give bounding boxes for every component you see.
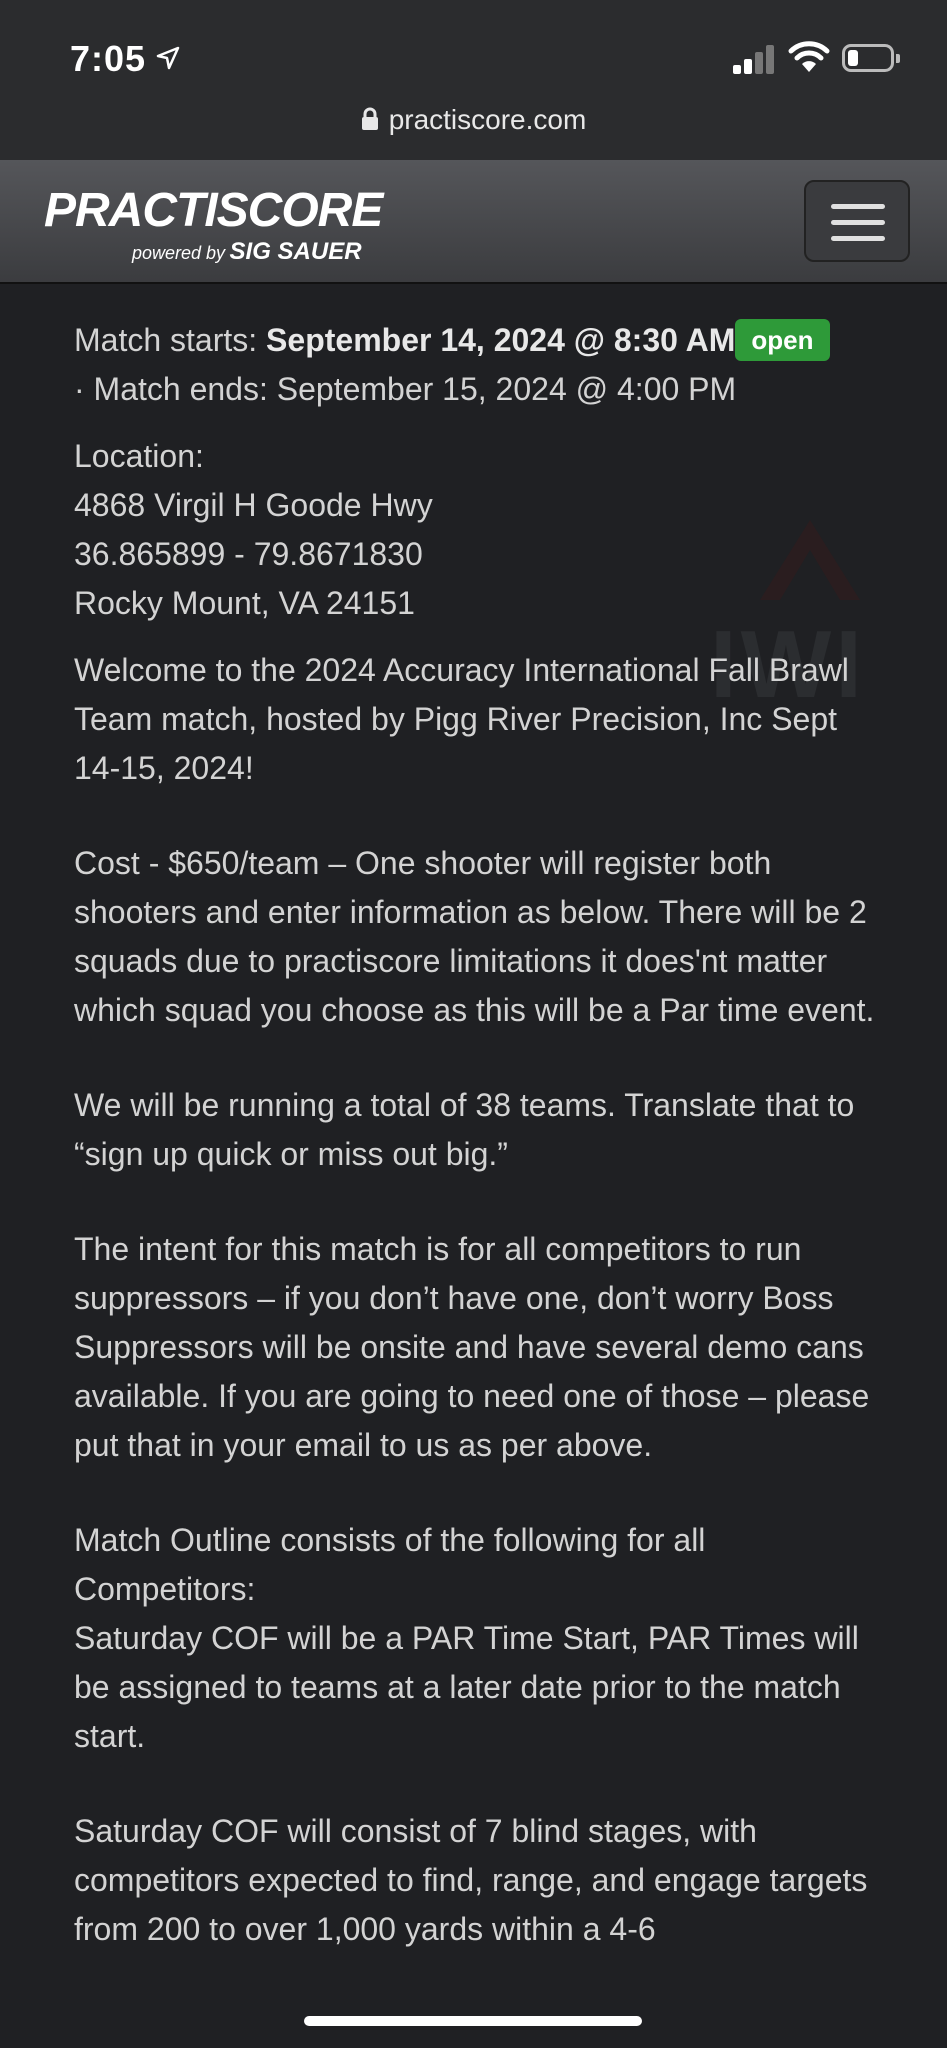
logo-tagline: powered by SIG SAUER — [132, 238, 362, 265]
logo-wordmark: PRACTISCORE — [44, 184, 383, 237]
description-paragraph: The intent for this match is for all com… — [74, 1231, 870, 1463]
location-block: Location: 4868 Virgil H Goode Hwy 36.865… — [74, 432, 884, 628]
match-dates: Match starts: September 14, 2024 @ 8:30 … — [74, 316, 884, 414]
home-indicator[interactable] — [304, 2016, 642, 2026]
location-label: Location: — [74, 438, 204, 474]
location-address[interactable]: 4868 Virgil H Goode Hwy — [74, 487, 433, 523]
match-ends-text: · Match ends: September 15, 2024 @ 4:00 … — [74, 371, 737, 407]
location-arrow-icon — [156, 46, 180, 70]
lock-icon — [361, 107, 378, 130]
match-starts-label: Match starts: — [74, 322, 258, 358]
description-paragraph: Saturday COF will consist of 7 blind sta… — [74, 1813, 868, 1947]
url-text: practiscore.com — [388, 104, 587, 135]
hamburger-menu-button[interactable] — [804, 180, 910, 262]
description-paragraph: Welcome to the 2024 Accuracy Internation… — [74, 652, 849, 786]
location-city: Rocky Mount, VA 24151 — [74, 585, 415, 621]
status-time: 7:05 — [70, 38, 147, 79]
location-coords: 36.865899 - 79.8671830 — [74, 536, 423, 572]
battery-icon — [842, 44, 900, 72]
status-badge: open — [735, 319, 830, 361]
status-bar: 7:05 practiscore.com — [0, 0, 947, 160]
description-paragraph: We will be running a total of 38 teams. … — [74, 1087, 855, 1172]
address-bar[interactable]: practiscore.com — [0, 104, 947, 136]
match-details: Match starts: September 14, 2024 @ 8:30 … — [74, 316, 884, 1954]
description-paragraph: Cost - $650/team – One shooter will regi… — [74, 845, 875, 1028]
practiscore-logo[interactable]: PRACTISCORE powered by SIG SAUER — [44, 184, 383, 266]
description-paragraph: Match Outline consists of the following … — [74, 1522, 706, 1607]
wifi-icon — [788, 41, 830, 72]
description-paragraph: Saturday COF will be a PAR Time Start, P… — [74, 1620, 859, 1754]
cellular-signal-icon — [733, 44, 775, 74]
match-starts-value: September 14, 2024 @ 8:30 AM — [266, 322, 736, 358]
